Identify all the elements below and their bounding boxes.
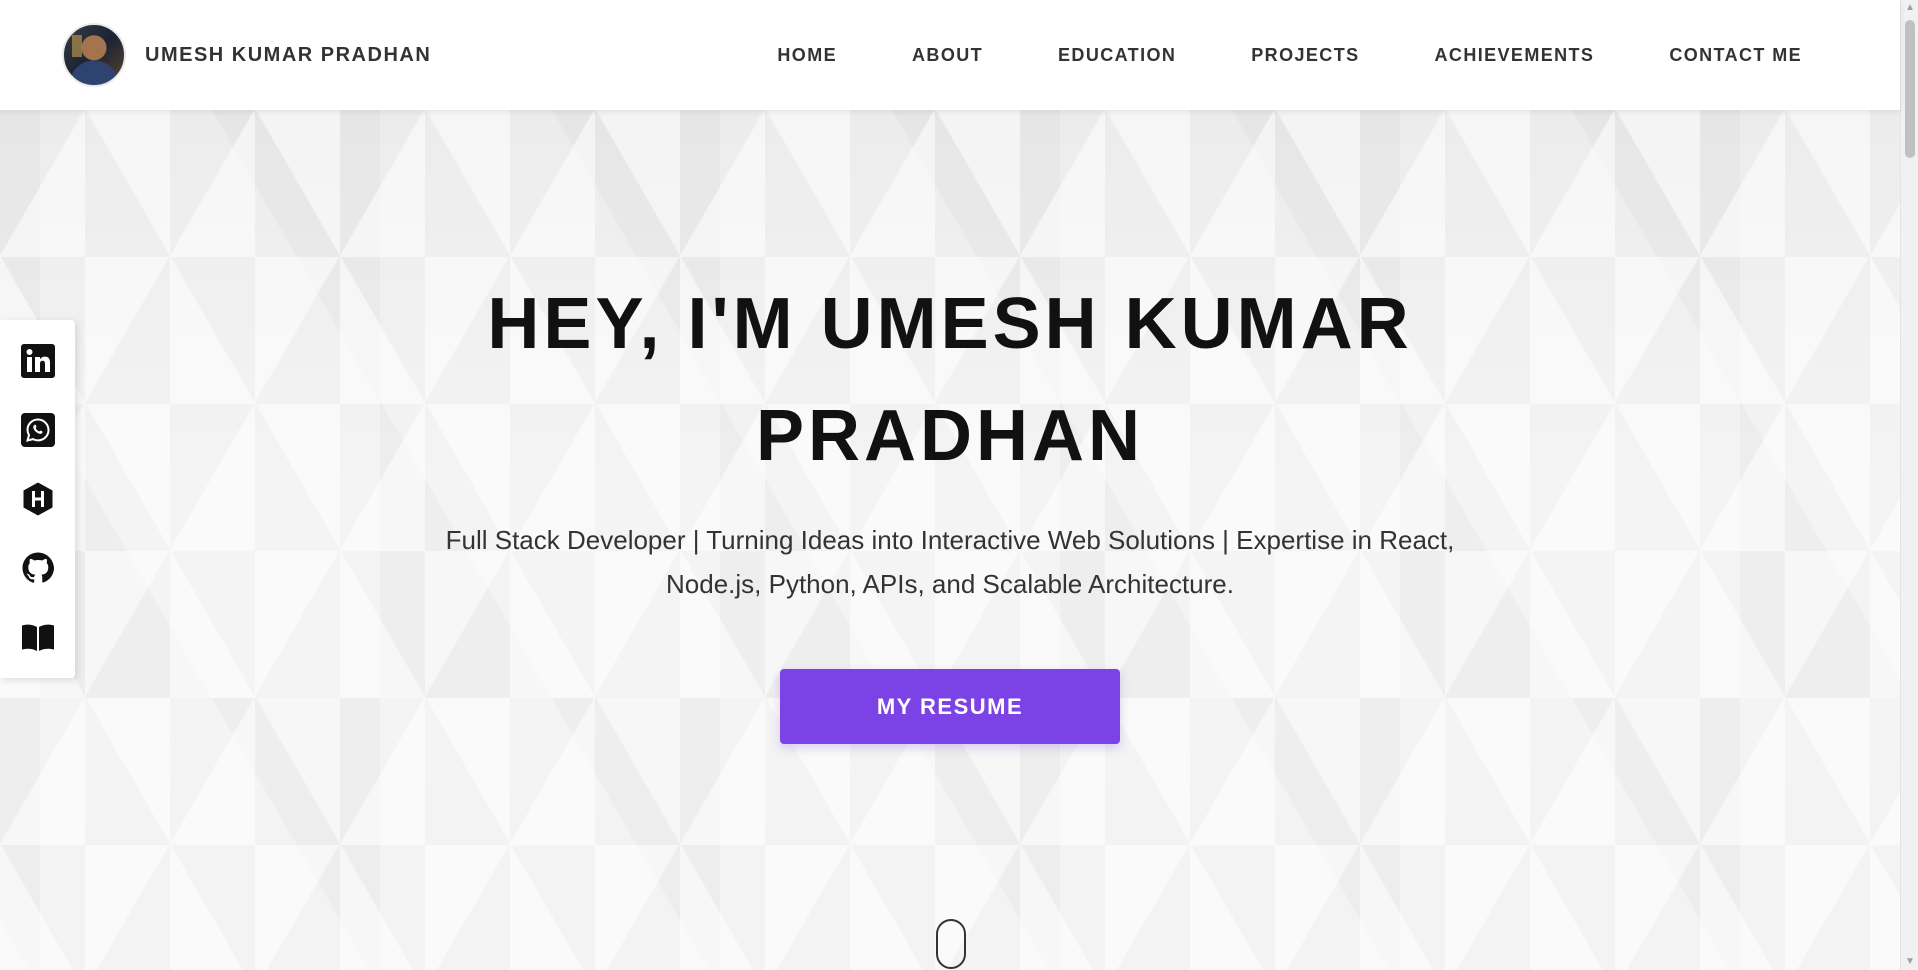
brand-name: UMESH KUMAR PRADHAN — [145, 43, 432, 66]
hero-section: HEY, I'M UMESH KUMAR PRADHAN Full Stack … — [0, 110, 1900, 970]
whatsapp-link[interactable] — [19, 411, 57, 449]
hashnode-icon — [23, 482, 52, 516]
scroll-up-arrow-icon[interactable]: ▲ — [1905, 3, 1915, 13]
book-icon — [21, 624, 54, 651]
brand[interactable]: UMESH KUMAR PRADHAN — [62, 23, 431, 87]
nav-home[interactable]: HOME — [777, 45, 837, 66]
nav-about[interactable]: ABOUT — [912, 45, 983, 66]
linkedin-link[interactable] — [19, 342, 57, 380]
hero-subtitle: Full Stack Developer | Turning Ideas int… — [445, 525, 1455, 599]
scroll-down-arrow-icon[interactable]: ▼ — [1905, 957, 1915, 967]
linkedin-icon — [20, 344, 55, 378]
nav-projects[interactable]: PROJECTS — [1251, 45, 1359, 66]
social-sidebar — [0, 320, 75, 678]
hero-title-line1: HEY, I'M UMESH KUMAR — [487, 284, 1413, 364]
page: UMESH KUMAR PRADHAN HOME ABOUT EDUCATION… — [0, 0, 1918, 970]
hero-title: HEY, I'M UMESH KUMAR PRADHAN — [0, 268, 1900, 492]
avatar — [62, 23, 126, 87]
resume-button[interactable]: MY RESUME — [780, 669, 1120, 744]
site-header: UMESH KUMAR PRADHAN HOME ABOUT EDUCATION… — [0, 0, 1900, 110]
nav-education[interactable]: EDUCATION — [1058, 45, 1176, 66]
vertical-scrollbar[interactable]: ▲ ▼ — [1900, 0, 1918, 970]
main-nav: HOME ABOUT EDUCATION PROJECTS ACHIEVEMEN… — [702, 0, 1802, 110]
hashnode-link[interactable] — [19, 480, 57, 518]
scrollbar-thumb[interactable] — [1905, 20, 1915, 158]
nav-contact-me[interactable]: CONTACT ME — [1669, 45, 1802, 66]
blog-link[interactable] — [19, 618, 57, 656]
nav-achievements[interactable]: ACHIEVEMENTS — [1435, 45, 1595, 66]
hero-title-line2: PRADHAN — [756, 396, 1144, 476]
scroll-down-indicator[interactable] — [936, 919, 966, 969]
github-link[interactable] — [19, 549, 57, 587]
github-icon — [22, 552, 54, 583]
whatsapp-icon — [20, 413, 55, 447]
